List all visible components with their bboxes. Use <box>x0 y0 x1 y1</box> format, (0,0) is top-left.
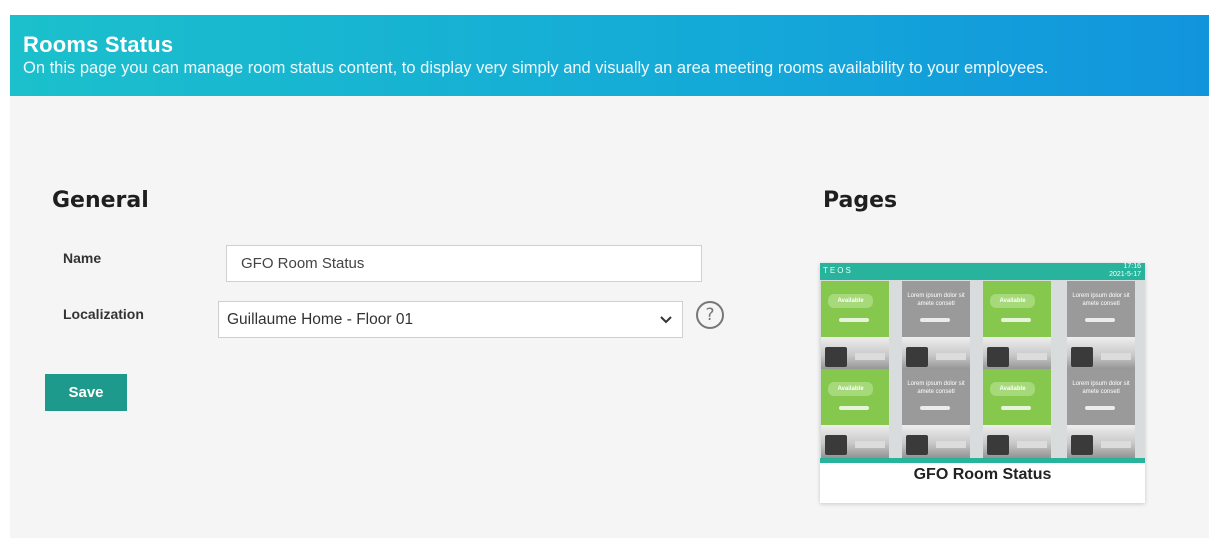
room-tile: Lorem ipsum dolor sit amete consetl <box>1067 281 1135 371</box>
room-tile: Available <box>983 281 1051 371</box>
thumbnail-date: 2021-5-17 <box>1109 271 1141 278</box>
general-section-title: General <box>52 188 149 213</box>
room-status-label: Lorem ipsum dolor sit amete consetl <box>1072 381 1130 395</box>
room-photo <box>821 337 889 371</box>
thumbnail-header: TEOS 17:16 2021-5-17 <box>820 263 1145 280</box>
localization-label: Localization <box>63 306 144 322</box>
room-status-label: Available <box>990 294 1035 308</box>
room-status-label: Available <box>990 382 1035 396</box>
room-photo <box>983 337 1051 371</box>
localization-select[interactable]: Guillaume Home - Floor 01 <box>218 301 683 338</box>
room-photo <box>1067 337 1135 371</box>
page-header: Rooms Status On this page you can manage… <box>10 15 1209 96</box>
room-tile: Available <box>983 369 1051 459</box>
thumbnail-brand: TEOS <box>823 266 853 275</box>
room-status-label: Available <box>828 382 873 396</box>
room-status-label: Lorem ipsum dolor sit amete consetl <box>1072 293 1130 307</box>
page-card-title: GFO Room Status <box>913 466 1052 483</box>
pages-section-title: Pages <box>823 188 898 213</box>
room-tile: Lorem ipsum dolor sit amete consetl <box>902 369 970 459</box>
page-card[interactable]: TEOS 17:16 2021-5-17 Available Lorem ips… <box>820 263 1145 503</box>
thumbnail-time: 17:16 <box>1123 263 1141 270</box>
thumbnail-footer-bar <box>820 458 1145 463</box>
room-photo <box>902 337 970 371</box>
room-photo <box>821 425 889 459</box>
thumbnail-clock: 17:16 2021-5-17 <box>1109 263 1141 279</box>
room-tile: Lorem ipsum dolor sit amete consetl <box>1067 369 1135 459</box>
room-tile: Lorem ipsum dolor sit amete consetl <box>902 281 970 371</box>
name-input[interactable] <box>226 245 702 282</box>
page-subtitle: On this page you can manage room status … <box>23 59 1049 77</box>
room-status-label: Lorem ipsum dolor sit amete consetl <box>907 381 965 395</box>
main-content: General Name Localization Guillaume Home… <box>10 96 1209 538</box>
room-photo <box>983 425 1051 459</box>
name-label: Name <box>63 250 102 266</box>
room-photo <box>1067 425 1135 459</box>
room-photo <box>902 425 970 459</box>
room-tile: Available <box>821 369 889 459</box>
save-button[interactable]: Save <box>45 374 127 411</box>
chevron-down-icon <box>650 313 682 327</box>
rooms-status-page: Rooms Status On this page you can manage… <box>0 0 1209 538</box>
room-status-label: Lorem ipsum dolor sit amete consetl <box>907 293 965 307</box>
page-thumbnail: TEOS 17:16 2021-5-17 Available Lorem ips… <box>820 263 1145 463</box>
help-icon[interactable]: ? <box>696 301 724 329</box>
room-status-label: Available <box>828 294 873 308</box>
page-title: Rooms Status <box>23 32 174 57</box>
localization-selected-value: Guillaume Home - Floor 01 <box>227 310 414 328</box>
room-tile: Available <box>821 281 889 371</box>
